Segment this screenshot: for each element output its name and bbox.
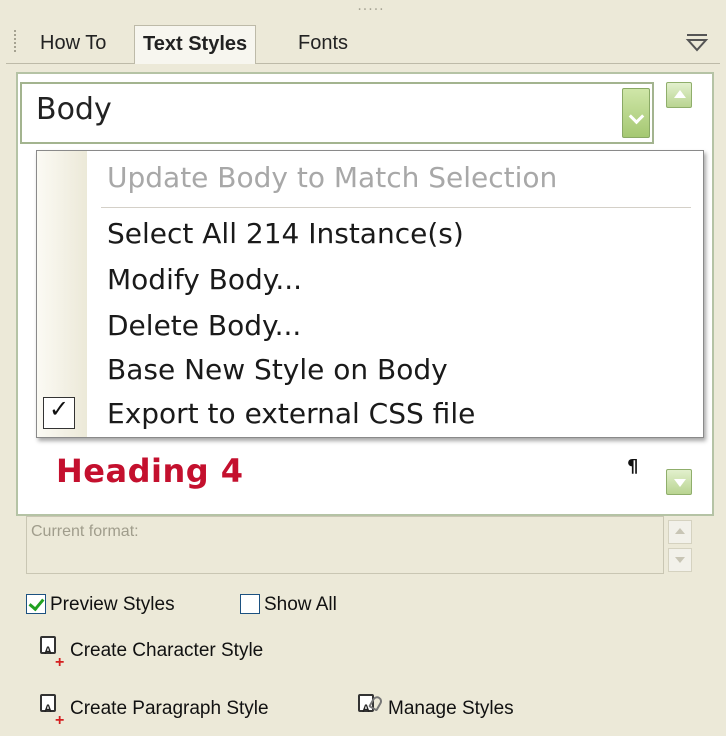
create-character-style-button[interactable]: A + Create Character Style [38,634,264,671]
create-character-style-label: Create Character Style [70,640,264,661]
menu-item-delete-style[interactable]: Delete Body... [107,309,301,342]
menu-item-modify-style[interactable]: Modify Body... [107,263,302,296]
show-all-checkbox[interactable]: Show All [240,592,337,618]
tab-fonts[interactable]: Fonts [290,25,356,61]
list-scroll-up-button[interactable] [666,82,692,108]
current-format-box: Current format: [26,516,664,574]
new-character-style-icon: A + [38,634,70,671]
manage-styles-wrench-icon: A [356,692,388,720]
style-item-heading-4[interactable]: Heading 4 [56,452,244,490]
preview-styles-checkbox[interactable]: Preview Styles [26,592,175,618]
panel-resize-grip[interactable]: ····· [351,3,391,17]
style-dropdown[interactable]: Body [20,82,654,144]
checkmark-icon: ✓ [43,395,75,429]
style-dropdown-value: Body [36,92,112,127]
current-format-label: Current format: [31,523,139,540]
style-context-menu: Update Body to Match Selection Select Al… [36,150,704,438]
new-paragraph-style-icon: A + [38,692,70,729]
tabbar-grip-icon[interactable] [14,30,20,52]
menu-item-update-style: Update Body to Match Selection [107,161,558,194]
dropdown-chevron-icon[interactable] [622,88,650,138]
show-all-box-icon[interactable] [240,594,260,614]
show-all-label: Show All [264,594,337,615]
tab-how-to[interactable]: How To [32,25,114,61]
menu-item-base-new-style[interactable]: Base New Style on Body [107,353,448,386]
create-paragraph-style-label: Create Paragraph Style [70,698,269,719]
preview-styles-check-icon[interactable] [26,594,46,614]
tab-bar: How To Text Styles Fonts [6,19,720,64]
menu-item-export-css[interactable]: Export to external CSS file [107,397,475,430]
menu-separator [101,207,691,208]
manage-styles-label: Manage Styles [388,698,514,719]
manage-styles-button[interactable]: A Manage Styles [356,692,514,722]
list-scroll-down-button[interactable] [666,469,692,495]
create-paragraph-style-button[interactable]: A + Create Paragraph Style [38,692,269,729]
panel-menu-icon[interactable] [684,31,710,53]
format-scroll-up-button[interactable] [668,520,692,544]
menu-item-select-all-instances[interactable]: Select All 214 Instance(s) [107,217,464,250]
preview-styles-label: Preview Styles [50,594,175,615]
format-scroll-down-button[interactable] [668,548,692,572]
paragraph-style-icon: ¶ [627,456,639,477]
text-styles-panel: ····· How To Text Styles Fonts Body Head… [6,0,720,735]
tab-text-styles[interactable]: Text Styles [134,25,257,64]
